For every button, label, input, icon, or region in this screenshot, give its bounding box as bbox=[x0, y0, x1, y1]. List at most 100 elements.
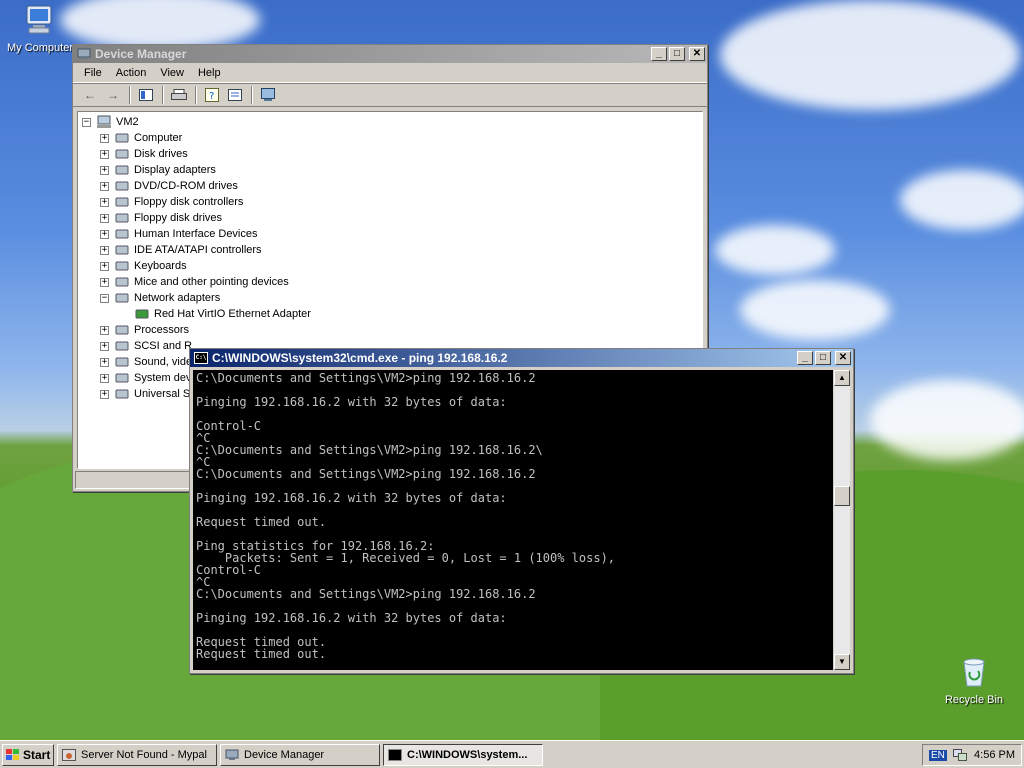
taskbar-item-device-manager[interactable]: Device Manager bbox=[220, 743, 380, 766]
tree-category-item[interactable]: + Floppy disk controllers bbox=[100, 194, 243, 210]
vertical-scrollbar[interactable]: ▲ ▼ bbox=[834, 370, 850, 670]
collapse-icon[interactable]: − bbox=[82, 117, 91, 127]
device-category-icon bbox=[114, 387, 130, 401]
menu-view[interactable]: View bbox=[153, 67, 191, 79]
console-line: Control-C bbox=[196, 563, 262, 577]
cmd-icon bbox=[388, 748, 402, 761]
recycle-bin-icon bbox=[934, 656, 1014, 691]
expand-icon[interactable]: + bbox=[100, 277, 109, 287]
device-category-icon bbox=[114, 275, 130, 289]
network-icon[interactable] bbox=[953, 749, 968, 761]
properties-icon[interactable] bbox=[224, 85, 246, 105]
device-manager-title: Device Manager bbox=[95, 47, 187, 61]
expand-icon[interactable]: + bbox=[100, 373, 109, 383]
tree-category-item[interactable]: + IDE ATA/ATAPI controllers bbox=[100, 242, 262, 258]
tree-item-label: Keyboards bbox=[134, 260, 187, 272]
device-category-icon bbox=[114, 131, 130, 145]
expand-icon[interactable]: + bbox=[100, 229, 109, 239]
minimize-button[interactable]: _ bbox=[797, 351, 813, 365]
console-line: Request timed out. bbox=[196, 515, 327, 529]
expand-icon[interactable]: + bbox=[100, 357, 109, 367]
tree-category-item[interactable]: + SCSI and R bbox=[100, 338, 192, 354]
start-label: Start bbox=[23, 747, 51, 762]
forward-arrow-icon[interactable]: → bbox=[102, 85, 124, 105]
expand-icon[interactable]: + bbox=[100, 245, 109, 255]
collapse-icon[interactable]: − bbox=[100, 293, 109, 303]
cmd-window: C:\ C:\WINDOWS\system32\cmd.exe - ping 1… bbox=[189, 348, 854, 674]
console-output[interactable]: C:\Documents and Settings\VM2>ping 192.1… bbox=[193, 370, 833, 670]
menu-file[interactable]: File bbox=[77, 67, 109, 79]
help-icon[interactable]: ? bbox=[201, 85, 223, 105]
device-category-icon bbox=[114, 339, 130, 353]
menu-help[interactable]: Help bbox=[191, 67, 228, 79]
device-category-icon bbox=[114, 355, 130, 369]
start-button[interactable]: Start bbox=[2, 743, 54, 766]
expand-icon[interactable]: + bbox=[100, 165, 109, 175]
expand-icon[interactable]: + bbox=[100, 389, 109, 399]
task-label: Device Manager bbox=[244, 748, 325, 761]
tree-category-item[interactable]: + System dev bbox=[100, 370, 191, 386]
tree-category-item[interactable]: + Floppy disk drives bbox=[100, 210, 222, 226]
computer-icon bbox=[96, 115, 112, 129]
tree-item-label: Human Interface Devices bbox=[134, 228, 258, 240]
console-line: Packets: Sent = 1, Received = 0, Lost = … bbox=[196, 551, 616, 565]
my-computer-desktop-icon[interactable]: My Computer bbox=[0, 4, 80, 54]
console-line: Request timed out. bbox=[196, 647, 327, 661]
minimize-button[interactable]: _ bbox=[651, 47, 667, 61]
scan-hardware-icon[interactable] bbox=[257, 85, 279, 105]
device-category-icon bbox=[114, 371, 130, 385]
tree-item-label: Processors bbox=[134, 324, 190, 336]
tree-category-item[interactable]: + Computer bbox=[100, 130, 182, 146]
clock[interactable]: 4:56 PM bbox=[974, 749, 1015, 761]
show-hide-tree-icon[interactable] bbox=[135, 85, 157, 105]
device-manager-app-icon bbox=[77, 48, 91, 60]
tree-category-item[interactable]: + Disk drives bbox=[100, 146, 188, 162]
recycle-bin-desktop-icon[interactable]: Recycle Bin bbox=[934, 656, 1014, 706]
expand-icon[interactable]: + bbox=[100, 341, 109, 351]
device-manager-menubar: File Action View Help bbox=[73, 63, 707, 83]
tree-category-item[interactable]: + Processors bbox=[100, 322, 189, 338]
console-line: Pinging 192.168.16.2 with 32 bytes of da… bbox=[196, 611, 507, 625]
tree-item-label: Disk drives bbox=[134, 148, 188, 160]
device-manager-titlebar[interactable]: Device Manager _ □ ✕ bbox=[73, 45, 707, 63]
menu-action[interactable]: Action bbox=[109, 67, 154, 79]
expand-icon[interactable]: + bbox=[100, 197, 109, 207]
tree-item-label: Universal S bbox=[134, 388, 191, 400]
tree-category-item[interactable]: + Universal S bbox=[100, 386, 190, 402]
tree-category-item[interactable]: + Sound, vide bbox=[100, 354, 192, 370]
tree-category-item[interactable]: + Human Interface Devices bbox=[100, 226, 258, 242]
tree-category-item[interactable]: + Mice and other pointing devices bbox=[100, 274, 289, 290]
tree-item-label: Network adapters bbox=[134, 292, 221, 304]
tree-item-label: Mice and other pointing devices bbox=[134, 276, 289, 288]
taskbar-item-cmd[interactable]: C:\WINDOWS\system... bbox=[383, 743, 543, 766]
console-line: Control-C bbox=[196, 419, 262, 433]
expand-icon[interactable]: + bbox=[100, 149, 109, 159]
maximize-button[interactable]: □ bbox=[669, 47, 685, 61]
device-category-icon bbox=[114, 211, 130, 225]
expand-icon[interactable]: + bbox=[100, 213, 109, 223]
taskbar-item-mypal[interactable]: Server Not Found - Mypal bbox=[57, 743, 217, 766]
tree-device-item[interactable]: Red Hat VirtIO Ethernet Adapter bbox=[134, 306, 311, 322]
close-button[interactable]: ✕ bbox=[835, 351, 851, 365]
tree-category-item[interactable]: − Network adapters bbox=[100, 290, 220, 306]
tree-category-item[interactable]: + Display adapters bbox=[100, 162, 216, 178]
tree-category-item[interactable]: + DVD/CD-ROM drives bbox=[100, 178, 238, 194]
close-button[interactable]: ✕ bbox=[689, 47, 705, 61]
expand-icon[interactable]: + bbox=[100, 181, 109, 191]
expand-icon[interactable]: + bbox=[100, 133, 109, 143]
scroll-down-icon[interactable]: ▼ bbox=[834, 654, 850, 670]
language-indicator[interactable]: EN bbox=[929, 749, 947, 761]
expand-icon[interactable]: + bbox=[100, 325, 109, 335]
back-arrow-icon[interactable]: ← bbox=[79, 85, 101, 105]
console-line: Pinging 192.168.16.2 with 32 bytes of da… bbox=[196, 395, 507, 409]
cmd-titlebar[interactable]: C:\ C:\WINDOWS\system32\cmd.exe - ping 1… bbox=[190, 349, 853, 367]
device-category-icon bbox=[114, 195, 130, 209]
tree-category-item[interactable]: + Keyboards bbox=[100, 258, 187, 274]
scroll-thumb[interactable] bbox=[834, 486, 850, 506]
tree-item-label: Computer bbox=[134, 132, 183, 144]
print-icon[interactable] bbox=[168, 85, 190, 105]
maximize-button[interactable]: □ bbox=[815, 351, 831, 365]
expand-icon[interactable]: + bbox=[100, 261, 109, 271]
tree-root[interactable]: − VM2 bbox=[82, 114, 139, 130]
scroll-up-icon[interactable]: ▲ bbox=[834, 370, 850, 386]
